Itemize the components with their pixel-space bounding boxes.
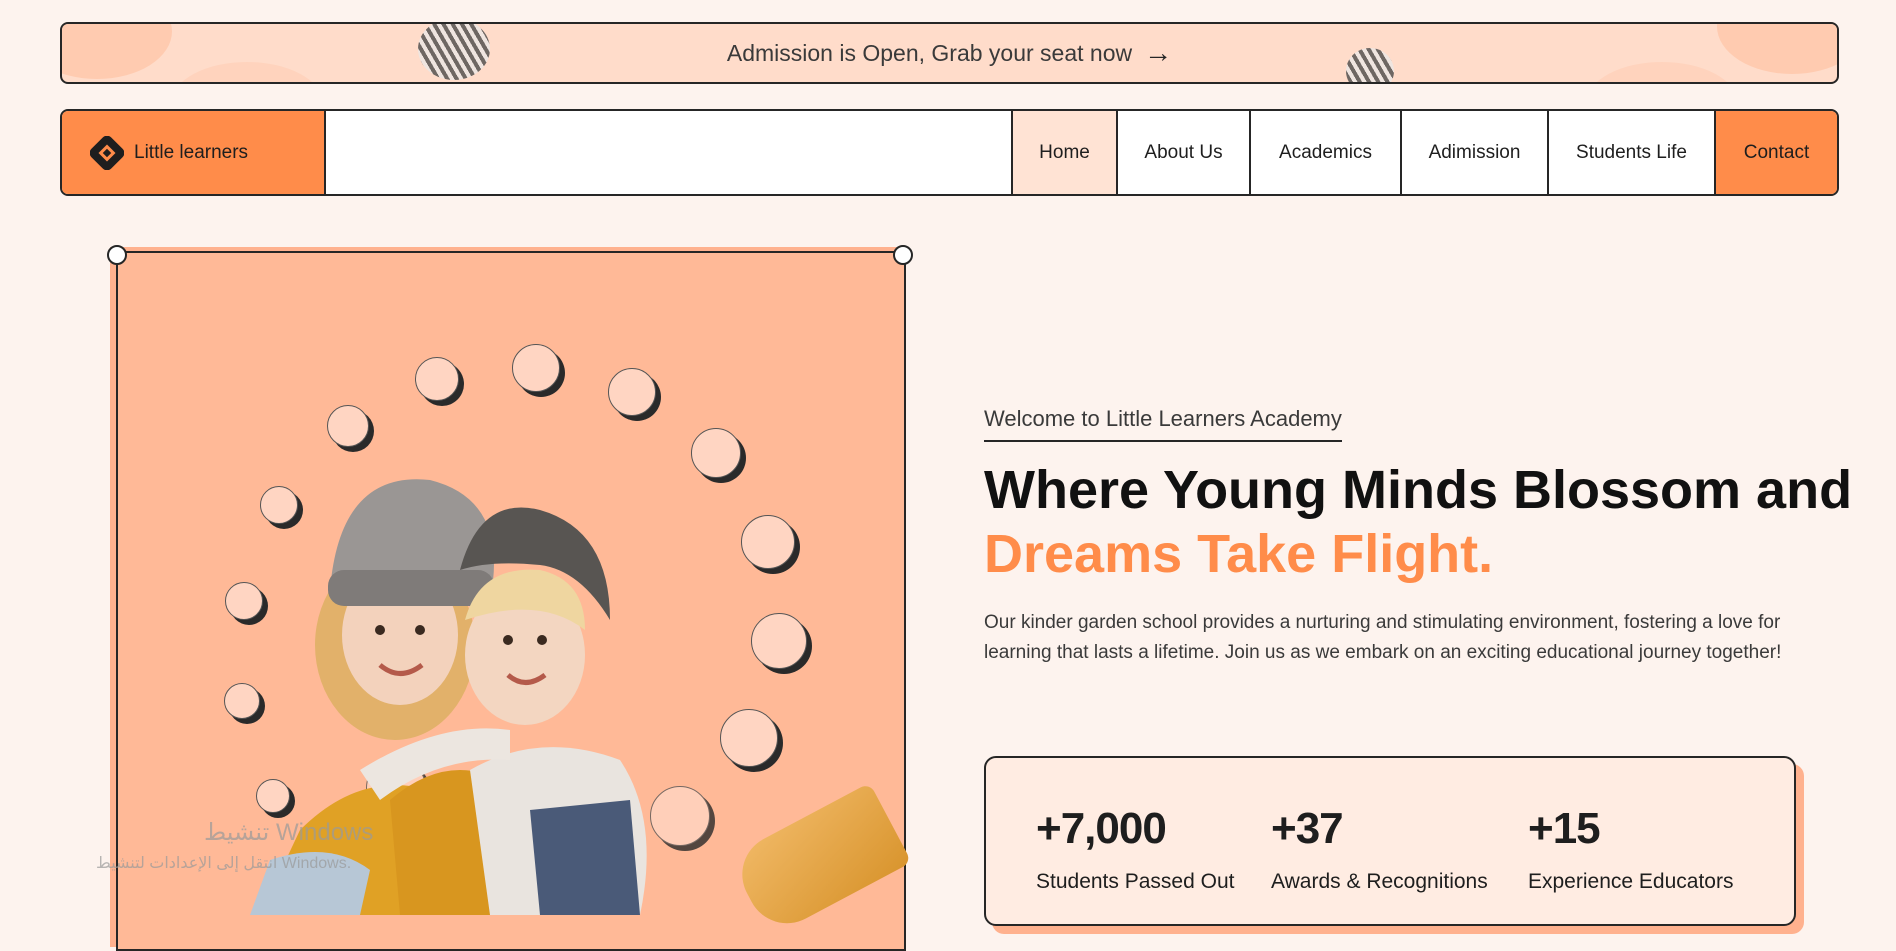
watermark-title: تنشيط Windows [204,819,374,846]
nav-item-label: Home [1039,141,1090,163]
banner-decoration [172,62,322,82]
decorative-dot [608,368,656,416]
brand-name: Little learners [134,141,249,163]
stats-card: +7,000 Students Passed Out +37 Awards & … [984,756,1796,926]
stat-label: Students Passed Out [1036,870,1235,893]
stat-label: Awards & Recognitions [1271,870,1488,893]
decorative-dot [512,344,560,392]
decorative-dot [415,357,459,401]
decorative-dot [751,613,807,669]
arrow-right-icon: → [1144,37,1173,68]
headline-line-1: Where Young Minds Blossom and [984,460,1853,520]
striped-sphere-decoration [1346,48,1394,82]
banner-link[interactable]: Admission is Open, Grab your seat now → [727,39,1172,67]
stat-value: +15 [1528,804,1601,853]
banner-decoration [1587,62,1737,82]
stat-label: Experience Educators [1528,870,1734,893]
stat-awards: +37 Awards & Recognitions [1271,804,1488,894]
nav-spacer [326,111,1011,194]
main-navbar: Little learners Home About Us Academics … [60,109,1839,196]
diamond-logo-icon [90,135,124,170]
resize-handle[interactable] [893,245,913,265]
stat-students-passed: +7,000 Students Passed Out [1036,804,1234,894]
nav-item-label: About Us [1144,141,1223,163]
stat-value: +37 [1271,804,1344,853]
nav-item-home[interactable]: Home [1011,111,1116,194]
decorative-dot [327,405,369,447]
announcement-banner[interactable]: Admission is Open, Grab your seat now → [60,22,1839,84]
banner-decoration [1717,24,1837,74]
striped-sphere-decoration [418,24,490,80]
nav-item-about-us[interactable]: About Us [1116,111,1249,194]
hero-headline: Where Young Minds Blossom and Dreams Tak… [984,458,1864,586]
brand-logo-link[interactable]: Little learners [62,111,326,194]
os-activation-watermark: تنشيط Windows انتقل إلى الإعدادات لتنشيط… [96,818,373,873]
stat-value: +7,000 [1036,804,1167,853]
decorative-dot [741,515,795,569]
nav-item-academics[interactable]: Academics [1249,111,1400,194]
hero-description: Our kinder garden school provides a nurt… [984,612,1782,663]
nav-item-students-life[interactable]: Students Life [1547,111,1714,194]
watermark-subtitle: انتقل إلى الإعدادات لتنشيط Windows. [96,855,352,872]
welcome-tagline: Welcome to Little Learners Academy [984,406,1342,442]
nav-item-label: Academics [1279,141,1372,163]
nav-item-label: Adimission [1428,141,1521,163]
banner-text: Admission is Open, Grab your seat now [726,39,1133,66]
resize-handle[interactable] [107,245,127,265]
nav-item-label: Students Life [1576,141,1687,163]
nav-item-contact[interactable]: Contact [1714,111,1837,194]
nav-item-label: Contact [1743,141,1810,163]
nav-item-admission[interactable]: Adimission [1400,111,1547,194]
stat-educators: +15 Experience Educators [1528,804,1733,894]
banner-decoration [62,24,172,79]
headline-line-2-accent: Dreams Take Flight. [984,524,1494,584]
